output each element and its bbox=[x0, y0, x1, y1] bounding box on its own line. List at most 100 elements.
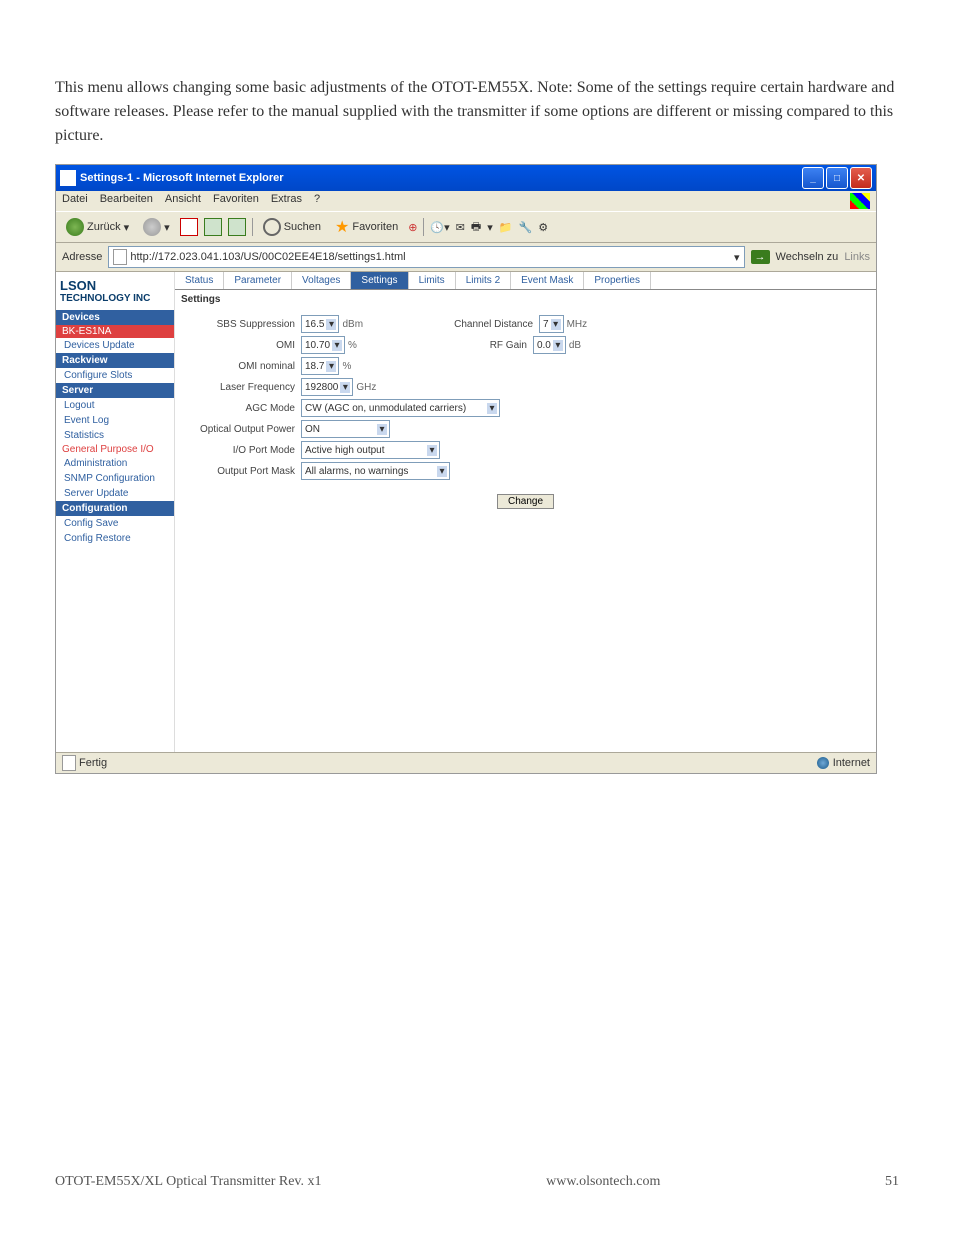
footer-left: OTOT-EM55X/XL Optical Transmitter Rev. x… bbox=[55, 1174, 322, 1190]
logo-tech: TECHNOLOGY INC bbox=[60, 293, 150, 304]
nav-configure-slots[interactable]: Configure Slots bbox=[56, 368, 174, 383]
address-url: http://172.023.041.103/US/00C02EE4E18/se… bbox=[130, 251, 405, 263]
tab-properties[interactable]: Properties bbox=[584, 272, 651, 289]
nav-header-configuration: Configuration bbox=[56, 501, 174, 516]
nav-snmp[interactable]: SNMP Configuration bbox=[56, 471, 174, 486]
windows-logo-icon bbox=[850, 193, 870, 209]
agc-label: AGC Mode bbox=[185, 403, 301, 414]
sbs-label: SBS Suppression bbox=[185, 319, 301, 330]
favorites-label: Favoriten bbox=[352, 221, 398, 233]
page-footer: OTOT-EM55X/XL Optical Transmitter Rev. x… bbox=[55, 1174, 899, 1190]
laser-label: Laser Frequency bbox=[185, 382, 301, 393]
stop-icon[interactable] bbox=[180, 218, 198, 236]
mail-icon[interactable]: ✉ bbox=[456, 221, 465, 234]
tab-voltages[interactable]: Voltages bbox=[292, 272, 351, 289]
media-icon[interactable]: ⊕ bbox=[408, 221, 417, 234]
address-input[interactable]: http://172.023.041.103/US/00C02EE4E18/se… bbox=[108, 246, 744, 268]
window-titlebar: Settings-1 - Microsoft Internet Explorer… bbox=[56, 165, 876, 191]
history-icon[interactable]: 🕓▾ bbox=[430, 221, 449, 234]
nav-administration[interactable]: Administration bbox=[56, 456, 174, 471]
home-icon[interactable] bbox=[228, 218, 246, 236]
rfgain-unit: dB bbox=[569, 340, 581, 351]
refresh-icon[interactable] bbox=[204, 218, 222, 236]
status-fertig: Fertig bbox=[79, 757, 107, 769]
mask-label: Output Port Mask bbox=[185, 466, 301, 477]
nav-config-save[interactable]: Config Save bbox=[56, 516, 174, 531]
io-select[interactable]: Active high output bbox=[301, 441, 440, 459]
nav-gpio[interactable]: General Purpose I/O bbox=[56, 443, 174, 456]
nav-devices-update[interactable]: Devices Update bbox=[56, 338, 174, 353]
window-title: Settings-1 - Microsoft Internet Explorer bbox=[80, 172, 284, 184]
nav-statistics[interactable]: Statistics bbox=[56, 428, 174, 443]
forward-button[interactable]: ▾ bbox=[139, 216, 174, 238]
divider bbox=[423, 218, 424, 236]
tool-icon[interactable]: 🔧 bbox=[518, 221, 532, 234]
internet-icon bbox=[817, 757, 829, 769]
oop-label: Optical Output Power bbox=[185, 424, 301, 435]
page-icon bbox=[62, 755, 76, 771]
back-label: Zurück bbox=[87, 221, 121, 233]
search-label: Suchen bbox=[284, 221, 321, 233]
menubar: Datei Bearbeiten Ansicht Favoriten Extra… bbox=[56, 191, 876, 211]
rfgain-label: RF Gain bbox=[437, 340, 533, 351]
search-button[interactable]: Suchen bbox=[259, 216, 325, 238]
back-button[interactable]: Zurück ▾ bbox=[62, 216, 133, 238]
section-title: Settings bbox=[175, 290, 876, 309]
omin-select[interactable]: 18.7 bbox=[301, 357, 339, 375]
nav-header-devices: Devices bbox=[56, 310, 174, 325]
chevron-down-icon: ▾ bbox=[164, 221, 170, 234]
oop-select[interactable]: ON bbox=[301, 420, 390, 438]
footer-page-number: 51 bbox=[885, 1174, 899, 1190]
nav-server-update[interactable]: Server Update bbox=[56, 486, 174, 501]
tab-status[interactable]: Status bbox=[175, 272, 224, 289]
nav-bk-es1na[interactable]: BK-ES1NA bbox=[56, 325, 174, 338]
back-icon bbox=[66, 218, 84, 236]
change-button[interactable]: Change bbox=[497, 494, 554, 509]
go-button[interactable]: → bbox=[751, 250, 770, 264]
rfgain-select[interactable]: 0.0 bbox=[533, 336, 566, 354]
nav-config-restore[interactable]: Config Restore bbox=[56, 531, 174, 546]
nav-eventlog[interactable]: Event Log bbox=[56, 413, 174, 428]
omi-unit: % bbox=[348, 340, 357, 351]
omin-label: OMI nominal bbox=[185, 361, 301, 372]
laser-select[interactable]: 192800 bbox=[301, 378, 353, 396]
menu-bearbeiten[interactable]: Bearbeiten bbox=[100, 193, 153, 209]
sbs-unit: dBm bbox=[342, 319, 363, 330]
logo: LSON TECHNOLOGY INC bbox=[56, 272, 174, 310]
mask-select[interactable]: All alarms, no warnings bbox=[301, 462, 450, 480]
io-label: I/O Port Mode bbox=[185, 445, 301, 456]
divider bbox=[252, 218, 253, 236]
sbs-select[interactable]: 16.5 bbox=[301, 315, 339, 333]
menu-datei[interactable]: Datei bbox=[62, 193, 88, 209]
folder-icon[interactable]: 📁 bbox=[499, 221, 513, 234]
chevron-down-icon[interactable]: ▾ bbox=[734, 251, 740, 264]
cd-unit: MHz bbox=[567, 319, 588, 330]
tab-limits2[interactable]: Limits 2 bbox=[456, 272, 511, 289]
menu-extras[interactable]: Extras bbox=[271, 193, 302, 209]
close-button[interactable]: ✕ bbox=[850, 167, 872, 189]
main-area: Status Parameter Voltages Settings Limit… bbox=[175, 272, 876, 752]
form-area: SBS Suppression 16.5 dBm Channel Distanc… bbox=[175, 309, 876, 515]
go-label: Wechseln zu bbox=[776, 251, 839, 263]
edit-icon[interactable]: ▾ bbox=[487, 221, 493, 234]
favorites-button[interactable]: ★ Favoriten bbox=[331, 215, 402, 239]
nav-logout[interactable]: Logout bbox=[56, 398, 174, 413]
tab-settings[interactable]: Settings bbox=[351, 272, 408, 289]
tool2-icon[interactable]: ⚙ bbox=[538, 221, 548, 234]
minimize-button[interactable]: _ bbox=[802, 167, 824, 189]
search-icon bbox=[263, 218, 281, 236]
tab-eventmask[interactable]: Event Mask bbox=[511, 272, 584, 289]
links-label[interactable]: Links bbox=[844, 251, 870, 263]
agc-select[interactable]: CW (AGC on, unmodulated carriers) bbox=[301, 399, 500, 417]
sidebar: LSON TECHNOLOGY INC Devices BK-ES1NA Dev… bbox=[56, 272, 175, 752]
menu-hilfe[interactable]: ? bbox=[314, 193, 320, 209]
menu-ansicht[interactable]: Ansicht bbox=[165, 193, 201, 209]
omi-select[interactable]: 10.70 bbox=[301, 336, 345, 354]
menu-favoriten[interactable]: Favoriten bbox=[213, 193, 259, 209]
maximize-button[interactable]: □ bbox=[826, 167, 848, 189]
tab-parameter[interactable]: Parameter bbox=[224, 272, 292, 289]
body-paragraph: This menu allows changing some basic adj… bbox=[55, 76, 899, 148]
tab-limits[interactable]: Limits bbox=[409, 272, 456, 289]
cd-select[interactable]: 7 bbox=[539, 315, 564, 333]
print-icon[interactable]: 🖶 bbox=[471, 218, 481, 237]
